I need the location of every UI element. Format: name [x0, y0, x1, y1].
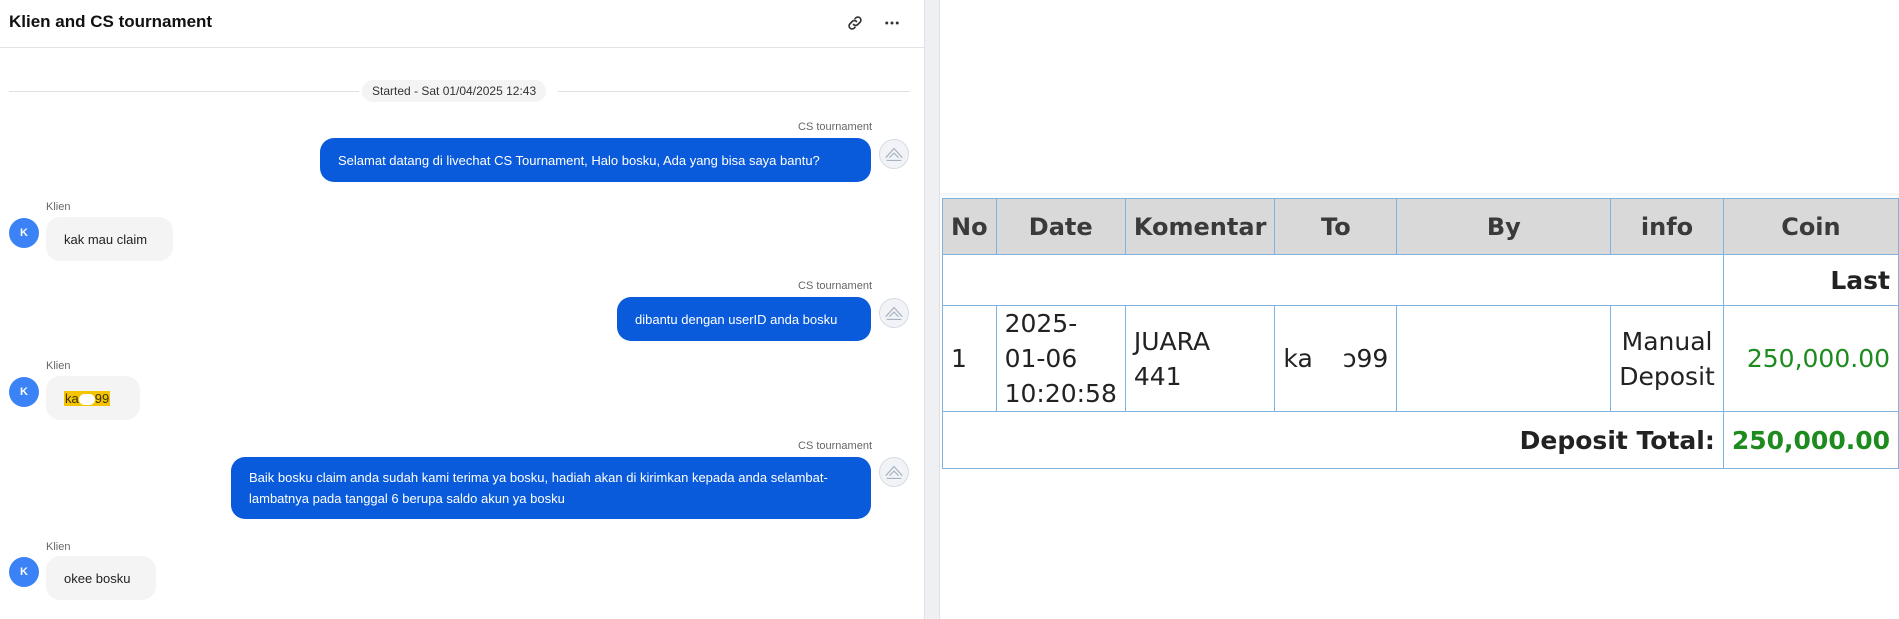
message-text: Selamat datang di livechat CS Tournament… — [338, 152, 820, 168]
row-to: ka ɔ99 — [1274, 305, 1398, 412]
client-sender-name: Klien — [46, 541, 71, 553]
message-text: okee bosku — [64, 570, 131, 586]
highlighted-user-id: ka 99 — [64, 390, 111, 406]
deposit-total-label: Deposit Total: — [942, 411, 1724, 469]
chat-panel: Klien and CS tournament Started - Sat 01… — [0, 0, 924, 619]
agent-message: Selamat datang di livechat CS Tournament… — [320, 138, 871, 182]
row-date: 2025- 01-06 10:20:58 — [995, 305, 1126, 412]
message-text: dibantu dengan userID anda bosku — [635, 311, 838, 327]
col-header-date[interactable]: Date — [995, 198, 1126, 255]
cs-avatar-icon — [879, 298, 909, 328]
client-avatar: K — [9, 218, 39, 248]
date-line: 10:20:58 — [1004, 379, 1117, 408]
cs-avatar-icon — [879, 457, 909, 487]
to-end: ɔ99 — [1342, 344, 1389, 373]
date-line: 2025- — [1004, 309, 1078, 338]
client-message: okee bosku — [46, 556, 156, 600]
message-text: kak mau claim — [64, 231, 148, 247]
komentar-line: 441 — [1133, 361, 1182, 391]
section-spacer — [942, 254, 1724, 306]
client-avatar: K — [9, 377, 39, 407]
agent-message: Baik bosku claim anda sudah kami terima … — [231, 457, 871, 519]
client-sender-name: Klien — [46, 201, 71, 213]
col-header-info[interactable]: info — [1610, 198, 1724, 255]
to-start: ka — [1283, 344, 1313, 373]
col-header-to[interactable]: To — [1274, 198, 1398, 255]
deposit-total-value: 250,000.00 — [1722, 411, 1899, 469]
table-header-row: No Date Komentar To By info Coin — [942, 198, 1899, 255]
row-info: Manual Deposit — [1610, 305, 1724, 412]
col-header-by[interactable]: By — [1396, 198, 1612, 255]
deposit-panel: No Date Komentar To By info Coin Last 1 … — [940, 0, 1899, 619]
total-row: Deposit Total: 250,000.00 — [942, 411, 1899, 469]
date-line: 01-06 — [1004, 344, 1078, 373]
info-line: Manual — [1621, 326, 1713, 356]
link-icon[interactable] — [842, 10, 868, 36]
deposit-table: No Date Komentar To By info Coin Last 1 … — [942, 198, 1899, 469]
col-header-no[interactable]: No — [942, 198, 997, 255]
more-icon[interactable] — [879, 10, 905, 36]
agent-message: dibantu dengan userID anda bosku — [617, 297, 871, 341]
section-label: Last — [1722, 254, 1899, 306]
client-avatar: K — [9, 557, 39, 587]
row-coin: 250,000.00 — [1722, 305, 1899, 412]
divider-line-right — [558, 91, 910, 92]
session-started-label: Started - Sat 01/04/2025 12:43 — [362, 80, 547, 102]
table-row: 1 2025- 01-06 10:20:58 JUARA 441 ka ɔ99 M… — [942, 305, 1899, 412]
chat-title: Klien and CS tournament — [9, 12, 213, 31]
agent-sender-name: CS tournament — [798, 440, 872, 452]
message-text: Baik bosku claim anda sudah kami terima … — [249, 470, 828, 506]
row-by — [1396, 305, 1612, 412]
col-header-komentar[interactable]: Komentar — [1124, 198, 1276, 255]
row-komentar: JUARA 441 — [1124, 305, 1276, 412]
pane-splitter[interactable] — [924, 0, 940, 619]
client-sender-name: Klien — [46, 360, 71, 372]
user-id-end: 99 — [94, 390, 110, 406]
client-message: kak mau claim — [46, 217, 173, 261]
komentar-line: JUARA — [1133, 326, 1211, 356]
agent-sender-name: CS tournament — [798, 121, 872, 133]
redacted-mark — [78, 393, 95, 405]
cs-avatar-icon — [879, 139, 909, 169]
agent-sender-name: CS tournament — [798, 280, 872, 292]
client-message: ka 99 — [46, 376, 140, 420]
info-line: Deposit — [1619, 361, 1715, 391]
divider-line-left — [9, 91, 359, 92]
row-no: 1 — [942, 305, 997, 412]
user-id-start: ka — [65, 390, 79, 406]
col-header-coin[interactable]: Coin — [1722, 198, 1899, 255]
section-row: Last — [942, 254, 1899, 306]
chat-header: Klien and CS tournament — [0, 0, 924, 48]
